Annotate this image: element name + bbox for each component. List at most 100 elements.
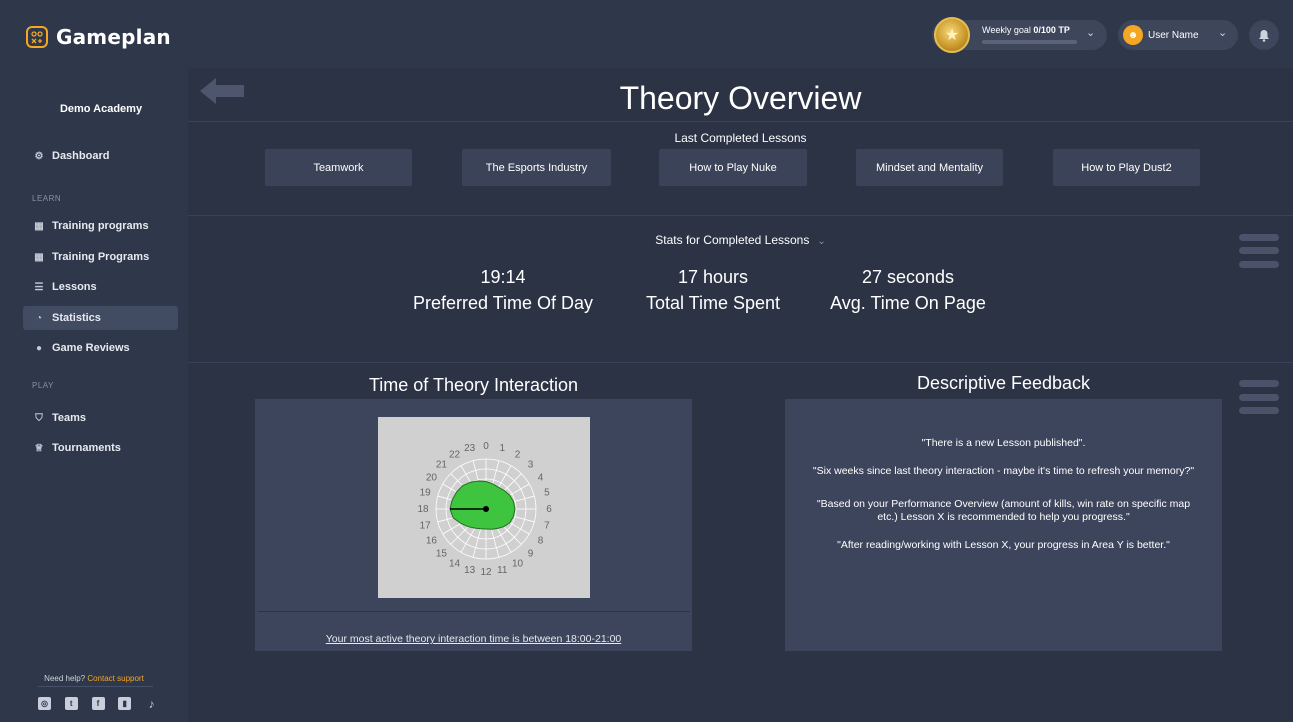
twitch-icon[interactable]: ▮ <box>118 697 132 710</box>
app-logo[interactable]: Gameplan <box>26 25 171 49</box>
weekly-goal-progress-bar <box>982 40 1077 44</box>
user-name: User Name <box>1148 30 1199 41</box>
contact-support-link[interactable]: Contact support <box>87 674 143 683</box>
drag-handle[interactable] <box>1239 407 1279 414</box>
pie-chart-icon: ◔ <box>35 312 43 324</box>
radar-hour-label: 20 <box>426 473 438 484</box>
lesson-chip-esports-industry[interactable]: The Esports Industry <box>462 149 611 186</box>
radar-center-point <box>483 506 489 512</box>
feedback-line: etc.) Lesson X is recommended to help yo… <box>877 511 1130 523</box>
lesson-chip-how-to-play-dust2[interactable]: How to Play Dust2 <box>1053 149 1200 186</box>
stat-label-avg-time: Avg. Time On Page <box>830 293 986 313</box>
radar-hour-label: 14 <box>449 559 461 570</box>
radar-hour-label: 12 <box>480 567 492 578</box>
sidebar-item-label: Dashboard <box>52 150 110 162</box>
help-text: Need help? Contact support <box>44 674 144 683</box>
radar-hour-label: 11 <box>497 565 508 576</box>
radar-hour-label: 10 <box>512 559 524 570</box>
radar-hour-label: 8 <box>538 536 544 547</box>
radar-hour-label: 7 <box>544 520 550 531</box>
bell-icon <box>1259 29 1269 42</box>
divider <box>38 686 153 687</box>
chevron-down-icon[interactable]: ⌄ <box>1218 26 1227 39</box>
sidebar-item-label: Tournaments <box>52 442 121 454</box>
stat-value-preferred-time: 19:14 <box>480 267 526 287</box>
calendar-icon: ▦ <box>34 251 44 263</box>
drag-handle[interactable] <box>1239 247 1279 254</box>
calendar-icon: ▦ <box>34 220 44 232</box>
notifications-button[interactable] <box>1249 20 1279 50</box>
social-links: ◎ t f ▮ ♪ <box>38 697 158 711</box>
radar-hour-label: 21 <box>436 459 448 470</box>
avatar[interactable]: ☻ <box>1123 25 1143 45</box>
instagram-icon[interactable]: ◎ <box>38 697 51 710</box>
radar-chart-svg: 0 1234567891011121314151617181920212223 <box>417 441 552 578</box>
sidebar-item-label: Lessons <box>52 281 97 293</box>
last-completed-heading: Last Completed Lessons <box>674 131 807 145</box>
stat-value-total-time: 17 hours <box>677 267 749 287</box>
chevron-down-icon[interactable]: ⌄ <box>817 236 825 247</box>
active-time-link[interactable]: Your most active theory interaction time… <box>255 633 692 645</box>
radar-hour-label: 18 <box>417 504 429 515</box>
radar-hour-label: 3 <box>528 459 534 470</box>
interaction-radar-chart: 0 1 2 3 4 5 6 7 8 9 10 11 12 13 14 15 16 17 18 19 20 21 22 23 <box>378 417 590 598</box>
radar-hour-label: 6 <box>546 504 552 515</box>
lesson-chip-how-to-play-nuke[interactable]: How to Play Nuke <box>659 149 807 186</box>
radar-hour-label: 16 <box>426 536 438 547</box>
lesson-chip-teamwork[interactable]: Teamwork <box>265 149 412 186</box>
radar-hour-label: 19 <box>420 488 432 499</box>
interaction-chart-title: Time of Theory Interaction <box>368 375 579 395</box>
tiktok-icon[interactable]: ♪ <box>145 697 158 711</box>
drag-handle[interactable] <box>1239 380 1279 387</box>
sidebar-item-label: Statistics <box>52 312 101 324</box>
lesson-chip-label: Mindset and Mentality <box>876 161 983 174</box>
lesson-chip-label: Teamwork <box>313 161 364 174</box>
sidebar-item-dashboard[interactable]: ⚙ Dashboard <box>23 144 178 168</box>
radar-hour-label: 5 <box>544 488 550 499</box>
feedback-line: "Based on your Performance Overview (amo… <box>816 498 1191 510</box>
gameplan-logo-icon <box>26 26 48 48</box>
divider <box>258 611 690 612</box>
drag-handle[interactable] <box>1239 234 1279 241</box>
stats-heading[interactable]: Stats for Completed Lessons ⌄ <box>188 233 1293 247</box>
sidebar-item-game-reviews[interactable]: ● Game Reviews <box>23 336 178 360</box>
feedback-title: Descriptive Feedback <box>916 373 1091 393</box>
sidebar-item-label: Teams <box>52 412 87 424</box>
sidebar-item-lessons[interactable]: ☰ Lessons <box>23 275 178 299</box>
play-icon: ● <box>35 342 43 354</box>
section-label-play: PLAY <box>32 381 54 390</box>
chevron-down-icon[interactable]: ⌄ <box>1086 26 1095 39</box>
stat-value-avg-time: 27 seconds <box>861 267 955 287</box>
academy-name: Demo Academy <box>59 103 143 115</box>
facebook-icon[interactable]: f <box>91 697 105 710</box>
divider <box>188 121 1293 122</box>
lesson-chip-label: How to Play Nuke <box>689 161 777 174</box>
dashboard-icon: ⚙ <box>34 150 44 162</box>
stats-heading-label: Stats for Completed Lessons <box>655 233 810 247</box>
radar-hour-label: 0 <box>483 441 489 452</box>
trophy-icon: ♕ <box>34 442 44 454</box>
radar-hour-label: 1 <box>500 443 506 454</box>
sidebar-item-training-programs[interactable]: ▦ Training programs <box>23 214 178 238</box>
drag-handle[interactable] <box>1239 394 1279 401</box>
controller-icon <box>31 31 43 44</box>
weekly-goal-text: Weekly goal 0/100 TP <box>982 25 1070 35</box>
divider <box>188 362 1293 363</box>
stat-label-total-time: Total Time Spent <box>645 293 781 313</box>
sidebar-item-statistics[interactable]: ◔ Statistics <box>23 306 178 330</box>
lesson-chip-label: How to Play Dust2 <box>1081 161 1172 174</box>
feedback-line: "After reading/working with Lesson X, yo… <box>837 539 1170 551</box>
sidebar-item-label: Training Programs <box>52 251 150 263</box>
sidebar-item-tournaments[interactable]: ♕ Tournaments <box>23 436 178 460</box>
sidebar-item-label: Game Reviews <box>52 342 130 354</box>
drag-handle[interactable] <box>1239 261 1279 268</box>
sidebar-item-training-programs-2[interactable]: ▦ Training Programs <box>23 245 178 269</box>
sidebar-item-label: Training programs <box>52 220 149 232</box>
lesson-chip-mindset-and-mentality[interactable]: Mindset and Mentality <box>856 149 1003 186</box>
feedback-line: "Six weeks since last theory interaction… <box>812 465 1195 477</box>
radar-data-area <box>449 480 516 530</box>
twitter-icon[interactable]: t <box>64 697 78 710</box>
feedback-line: "There is a new Lesson published". <box>921 437 1086 449</box>
radar-hour-label: 4 <box>538 473 544 484</box>
sidebar-item-teams[interactable]: ⛉ Teams <box>23 406 178 430</box>
